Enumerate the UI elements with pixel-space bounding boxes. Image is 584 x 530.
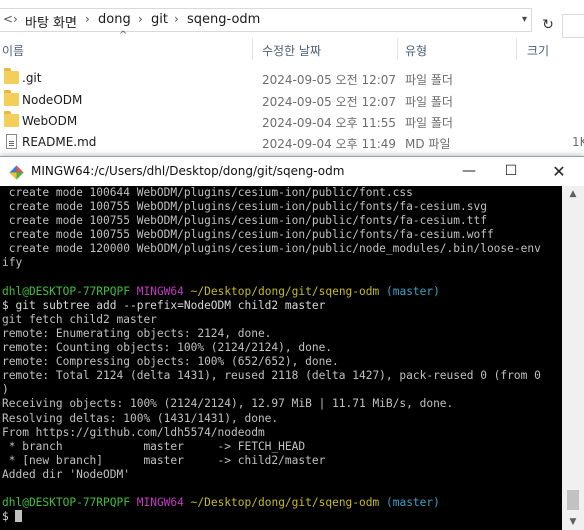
terminal-line: remote: Enumerating objects: 2124, done. (2, 326, 272, 340)
terminal-text: create mode 100644 WebODM/plugins/cesium… (2, 186, 541, 524)
chevron-right-icon: › (13, 12, 18, 26)
address-bar-row: < › 바탕 화면 › dong › git › sqeng-odm ▾ ↻ (0, 6, 584, 38)
folder-icon (4, 68, 19, 84)
prompt-symbol: $ (2, 510, 16, 524)
terminal-line: remote: Compressing objects: 100% (652/6… (2, 355, 339, 369)
terminal-line: remote: Counting objects: 100% (2124/212… (2, 341, 333, 355)
prompt-shell: MINGW64 (136, 284, 184, 298)
column-header-modified[interactable]: 수정한 날짜 (262, 42, 321, 64)
prompt-path: ~/Desktop/dong/git/sqeng-odm (190, 284, 380, 298)
file-icon (6, 134, 17, 149)
terminal-cursor (15, 510, 23, 523)
column-divider[interactable] (397, 38, 398, 60)
file-type: 파일 폴더 (405, 73, 453, 87)
terminal-output[interactable]: create mode 100644 WebODM/plugins/cesium… (0, 186, 562, 530)
terminal-line: $ (2, 510, 23, 524)
folder-icon (4, 90, 19, 106)
search-box[interactable] (562, 14, 584, 38)
column-header-type[interactable]: 유형 (405, 42, 427, 64)
breadcrumb-dong[interactable]: dong (98, 12, 131, 27)
terminal-line: create mode 100755 WebODM/plugins/cesium… (2, 228, 494, 242)
terminal-line: Receiving objects: 100% (2124/2124), 12.… (2, 397, 454, 411)
scroll-up-icon[interactable]: ▲ (562, 186, 584, 202)
file-name: WebODM (22, 114, 78, 128)
terminal-line: * [new branch] master -> child2/master (2, 453, 326, 467)
chevron-right-icon: › (85, 12, 90, 26)
chevron-icon: < (3, 12, 14, 26)
minimize-button[interactable]: — (446, 157, 492, 186)
column-header-name[interactable]: 이름 (2, 42, 24, 64)
list-item[interactable]: NodeODM 2024-09-05 오전 12:07 파일 폴더 (0, 90, 584, 111)
chevron-right-icon: › (174, 12, 179, 26)
file-explorer-window: < › 바탕 화면 › dong › git › sqeng-odm ▾ ↻ ^… (0, 0, 584, 160)
scroll-down-icon[interactable]: ▼ (562, 514, 584, 530)
file-modified: 2024-09-04 오후 11:49 (262, 137, 397, 151)
mingw-app-icon[interactable] (9, 165, 24, 180)
sort-ascending-icon: ^ (119, 30, 128, 41)
terminal-line: * branch master -> FETCH_HEAD (2, 439, 306, 453)
breadcrumb-git[interactable]: git (151, 12, 168, 27)
file-name: NodeODM (22, 93, 83, 107)
prompt-branch: (master) (385, 496, 440, 510)
file-type: 파일 폴더 (405, 116, 453, 130)
close-button[interactable]: ✕ (536, 157, 582, 186)
address-bar[interactable]: < › 바탕 화면 › dong › git › sqeng-odm ▾ (0, 8, 532, 32)
terminal-line: Added dir 'NodeODM' (2, 467, 130, 481)
prompt-user-host: dhl@DESKTOP-77RPQPF (2, 284, 130, 298)
terminal-line: dhl@DESKTOP-77RPQPF MINGW64 ~/Desktop/do… (2, 496, 440, 509)
column-divider[interactable] (516, 38, 517, 60)
scrollbar[interactable]: ▲ ▼ (562, 186, 584, 530)
prompt-shell: MINGW64 (136, 496, 184, 510)
terminal-line: From https://github.com/ldh5574/nodeodm (2, 425, 265, 439)
breadcrumb-desktop[interactable]: 바탕 화면 (25, 12, 77, 31)
title-bar[interactable]: MINGW64:/c/Users/dhl/Desktop/dong/git/sq… (0, 157, 584, 186)
terminal-line: create mode 120000 WebODM/plugins/cesium… (2, 242, 541, 256)
prompt-path: ~/Desktop/dong/git/sqeng-odm (190, 496, 380, 510)
file-modified: 2024-09-05 오전 12:07 (262, 73, 397, 87)
breadcrumb-sqeng-odm[interactable]: sqeng-odm (187, 12, 260, 27)
terminal-line: Resolving deltas: 100% (1431/1431), done… (2, 411, 279, 425)
list-item[interactable]: .git 2024-09-05 오전 12:07 파일 폴더 (0, 68, 584, 89)
terminal-line: ify (2, 256, 23, 270)
terminal-line: create mode 100755 WebODM/plugins/cesium… (2, 200, 487, 214)
file-name: README.md (22, 135, 97, 149)
window-title: MINGW64:/c/Users/dhl/Desktop/dong/git/sq… (31, 164, 345, 178)
file-modified: 2024-09-05 오전 12:07 (262, 95, 397, 109)
file-type: MD 파일 (405, 137, 451, 151)
column-header-size[interactable]: 크기 (527, 42, 549, 64)
column-divider[interactable] (252, 38, 253, 60)
chevron-down-icon[interactable]: ▾ (522, 14, 527, 25)
terminal-window[interactable]: MINGW64:/c/Users/dhl/Desktop/dong/git/sq… (0, 156, 584, 530)
file-modified: 2024-09-04 오후 11:55 (262, 116, 397, 130)
refresh-icon[interactable]: ↻ (538, 15, 558, 35)
terminal-line: create mode 100644 WebODM/plugins/cesium… (2, 186, 413, 199)
terminal-line: dhl@DESKTOP-77RPQPF MINGW64 ~/Desktop/do… (2, 285, 440, 298)
terminal-line: create mode 100755 WebODM/plugins/cesium… (2, 214, 487, 228)
file-name: .git (22, 71, 42, 85)
file-type: 파일 폴더 (405, 95, 453, 109)
maximize-button[interactable]: ☐ (488, 157, 534, 186)
terminal-line: ) (2, 383, 9, 397)
chevron-right-icon: › (138, 12, 143, 26)
prompt-user-host: dhl@DESKTOP-77RPQPF (2, 496, 130, 510)
prompt-branch: (master) (385, 284, 440, 298)
list-item[interactable]: WebODM 2024-09-04 오후 11:55 파일 폴더 (0, 111, 584, 132)
list-item[interactable]: README.md 2024-09-04 오후 11:49 MD 파일 1K (0, 132, 584, 153)
file-size: 1K (572, 135, 584, 149)
folder-icon (4, 111, 19, 127)
terminal-line: remote: Total 2124 (delta 1431), reused … (2, 369, 541, 383)
scrollbar-thumb[interactable] (567, 490, 579, 510)
terminal-line: $ git subtree add --prefix=NodeODM child… (2, 298, 326, 312)
terminal-line: git fetch child2 master (2, 312, 157, 326)
